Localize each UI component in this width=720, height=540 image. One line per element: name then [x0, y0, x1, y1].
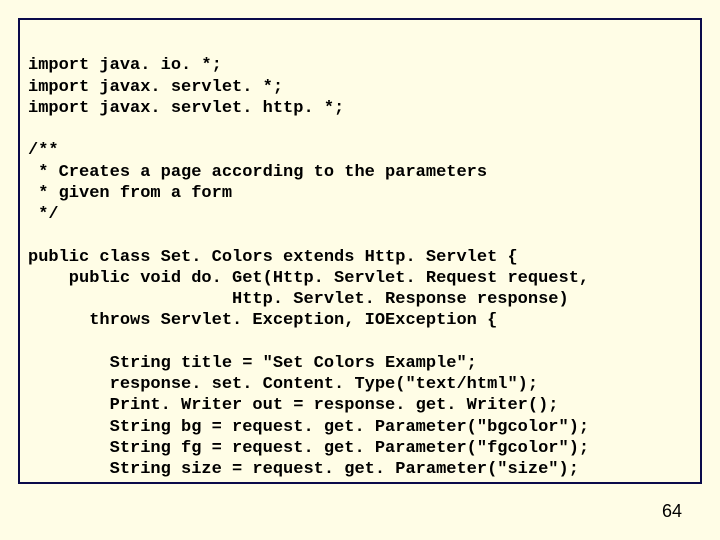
code-block: import java. io. *; import javax. servle… [18, 18, 702, 484]
code-line: public void do. Get(Http. Servlet. Reque… [28, 269, 589, 288]
code-line: String size = request. get. Parameter("s… [28, 460, 579, 479]
code-line: public class Set. Colors extends Http. S… [28, 248, 518, 267]
code-line: /** [28, 141, 59, 160]
code-line: import java. io. *; [28, 56, 222, 75]
code-line: response. set. Content. Type("text/html"… [28, 375, 538, 394]
slide: import java. io. *; import javax. servle… [0, 0, 720, 540]
code-line: String title = "Set Colors Example"; [28, 354, 477, 373]
code-line: String fg = request. get. Parameter("fgc… [28, 439, 589, 458]
code-line: Print. Writer out = response. get. Write… [28, 396, 559, 415]
code-line: Http. Servlet. Response response) [28, 290, 569, 309]
code-line: * Creates a page according to the parame… [28, 163, 487, 182]
code-line: String bg = request. get. Parameter("bgc… [28, 418, 589, 437]
code-line: */ [28, 205, 59, 224]
code-line: throws Servlet. Exception, IOException { [28, 311, 497, 330]
code-line: import javax. servlet. *; [28, 78, 283, 97]
code-line: import javax. servlet. http. *; [28, 99, 344, 118]
code-line: * given from a form [28, 184, 232, 203]
page-number: 64 [662, 501, 682, 522]
